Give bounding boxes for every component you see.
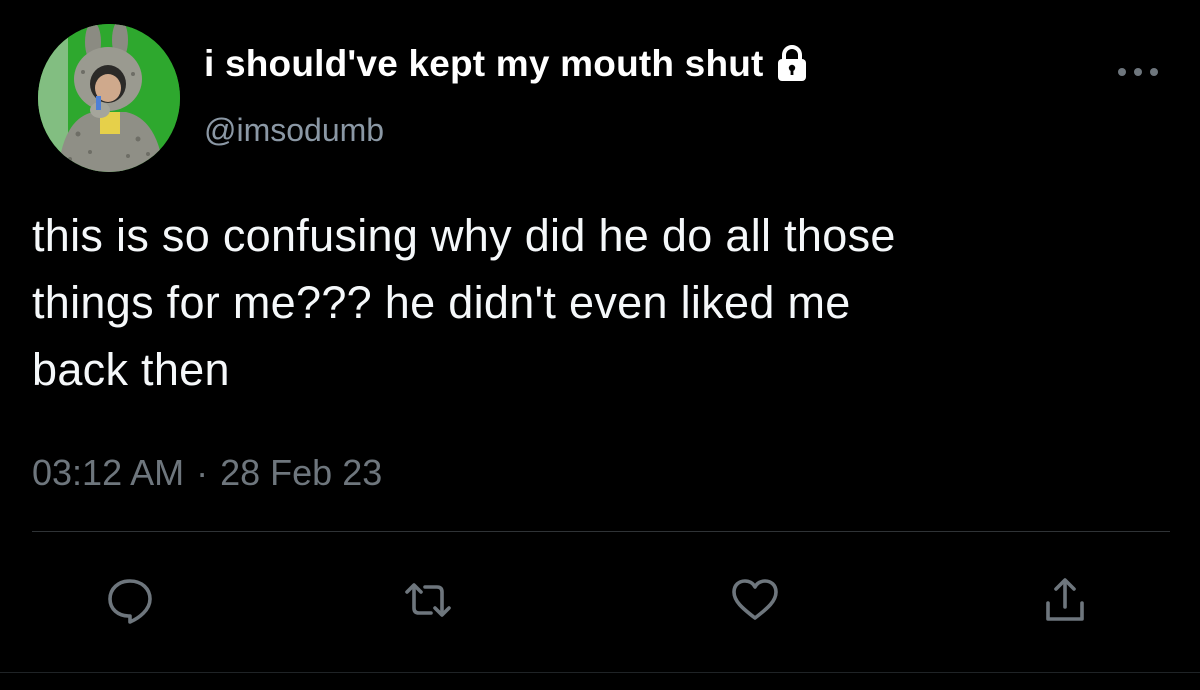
display-name[interactable]: i should've kept my mouth shut (204, 43, 764, 85)
avatar-image (38, 24, 180, 172)
avatar[interactable] (38, 24, 180, 172)
share-button[interactable] (1037, 572, 1093, 628)
user-handle[interactable]: @imsodumb (204, 112, 384, 149)
like-icon (732, 579, 778, 620)
tweet-time: 03:12 AM (32, 452, 185, 493)
bottom-divider (0, 672, 1200, 673)
retweet-icon (405, 583, 451, 617)
divider (32, 531, 1170, 532)
more-options-icon[interactable] (1112, 62, 1164, 82)
reply-button[interactable] (102, 572, 158, 628)
like-button[interactable] (727, 572, 783, 628)
share-icon (1046, 578, 1084, 621)
meta-separator: · (196, 452, 209, 493)
reply-icon (108, 579, 152, 624)
retweet-button[interactable] (400, 572, 456, 628)
tweet-date: 28 Feb 23 (220, 452, 383, 493)
tweet-text: this is so confusing why did he do all t… (32, 210, 896, 395)
tweet-timestamp[interactable]: 03:12 AM · 28 Feb 23 (32, 452, 382, 494)
lock-icon (770, 42, 814, 86)
tweet: i should've kept my mouth shut @imsodumb… (0, 0, 1200, 690)
display-name-row: i should've kept my mouth shut (204, 42, 814, 86)
